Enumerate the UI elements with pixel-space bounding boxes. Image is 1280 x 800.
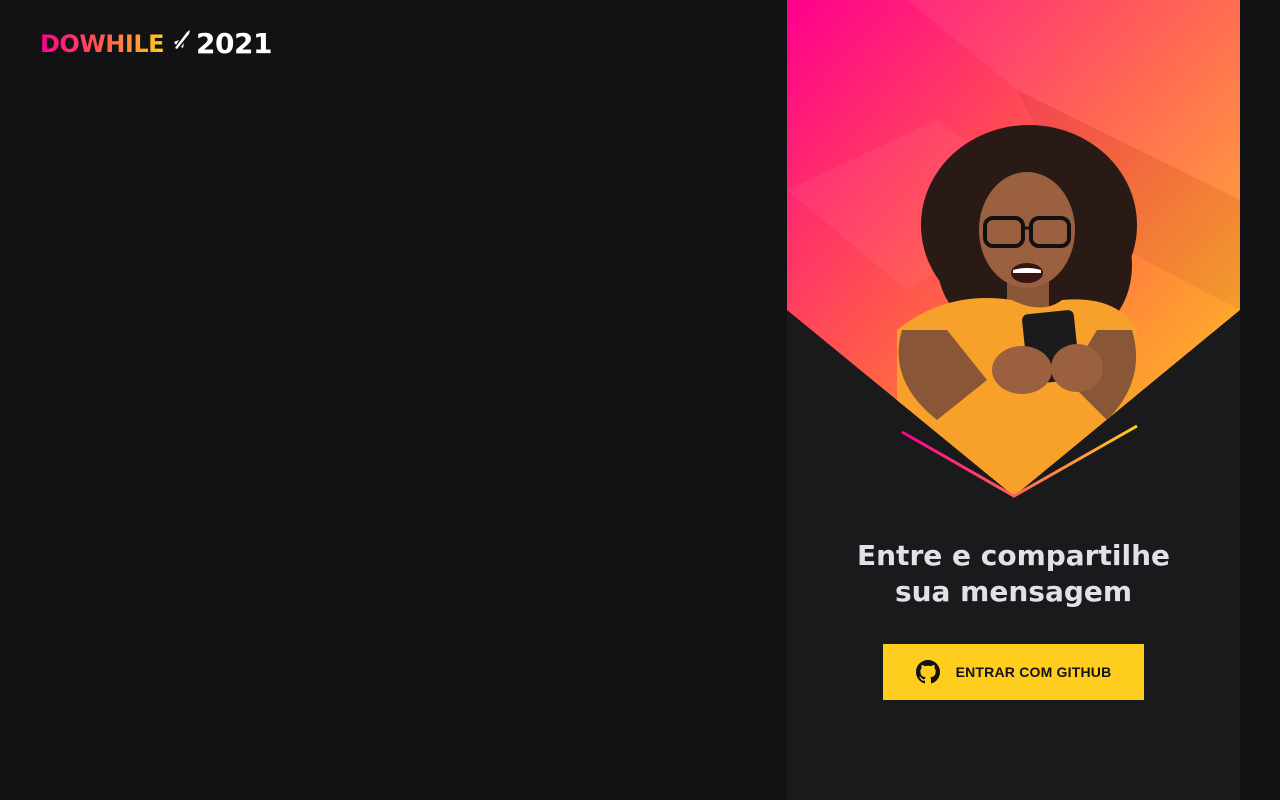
github-icon — [915, 660, 940, 684]
login-title: Entre e compartilhe sua mensagem — [787, 538, 1240, 610]
login-panel: Entre e compartilhe sua mensagem ENTRAR … — [787, 0, 1240, 800]
logo-brand-text: DOWHILE — [40, 30, 165, 58]
rocket-icon — [172, 28, 192, 60]
login-title-line-1: Entre e compartilhe — [857, 539, 1170, 572]
logo-year-text: 2021 — [196, 27, 272, 60]
signin-github-button[interactable]: ENTRAR COM GITHUB — [883, 644, 1144, 700]
hero-illustration — [787, 0, 1240, 500]
login-title-line-2: sua mensagem — [894, 575, 1133, 608]
signin-github-label: ENTRAR COM GITHUB — [955, 664, 1112, 680]
right-gutter — [1240, 0, 1280, 800]
dowhile-logo: DOWHILE 2021 — [40, 28, 272, 60]
